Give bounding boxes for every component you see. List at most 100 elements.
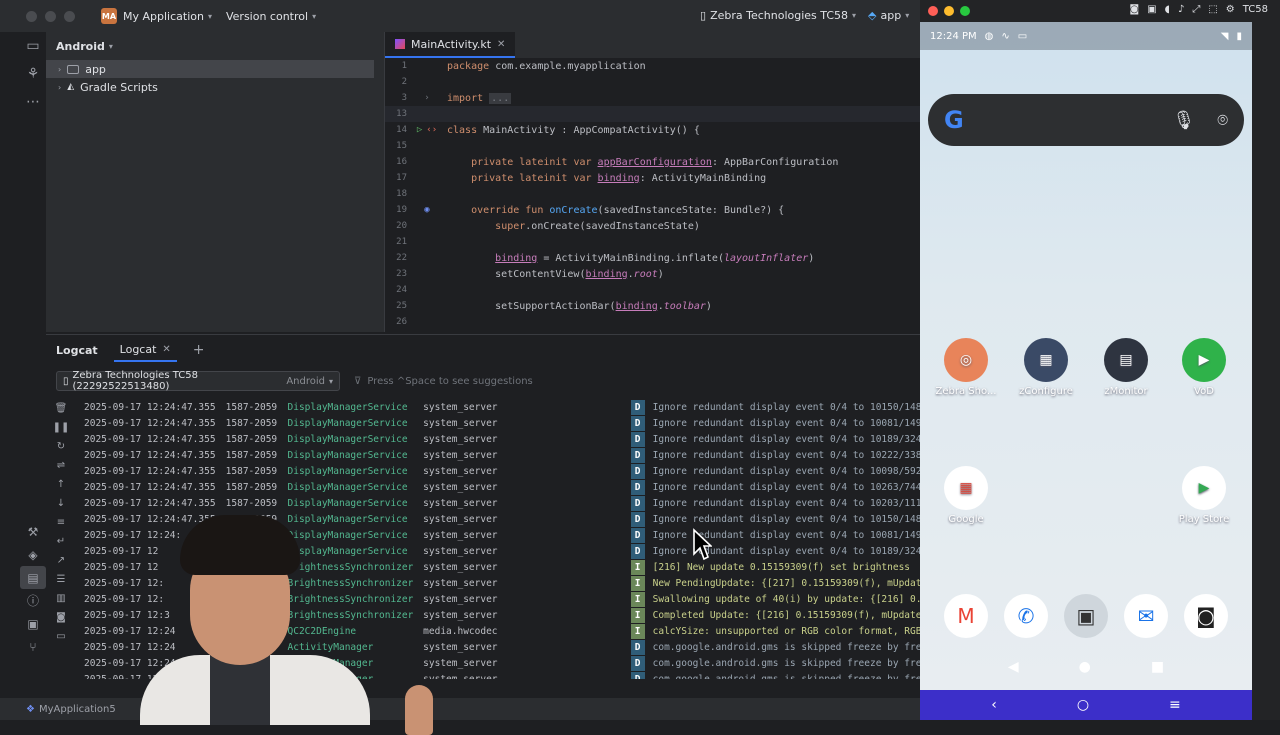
override-gutter-icon[interactable]: ‹› bbox=[426, 125, 437, 135]
export-icon[interactable]: ↗ bbox=[57, 551, 65, 570]
pause-icon[interactable]: ❚❚ bbox=[53, 418, 70, 437]
problems-tool-icon[interactable]: ⓘ bbox=[20, 589, 46, 612]
gmail-icon[interactable]: M bbox=[944, 594, 988, 638]
device-label: TC58 bbox=[1242, 4, 1268, 15]
phone-screen[interactable]: 12:24 PM ◍ ∿ ▭ ◥ ▮ G 🎙 ⌾ ◎ Zebra Sho... … bbox=[920, 22, 1252, 690]
zoom-window-button[interactable] bbox=[960, 6, 970, 16]
soft-wrap-icon[interactable]: ⇌ bbox=[57, 456, 65, 475]
restart-icon[interactable]: ↻ bbox=[57, 437, 65, 456]
logcat-tool-icon[interactable]: ▤ bbox=[20, 566, 46, 589]
project-view-selector[interactable]: Android ▾ bbox=[46, 32, 384, 60]
logcat-tab-bar: Logcat Logcat ✕ + bbox=[46, 335, 920, 365]
app-zebra-showcase[interactable]: ◎ Zebra Sho... bbox=[926, 338, 1006, 397]
volume-icon[interactable]: ◖ bbox=[1165, 4, 1170, 15]
trash-icon[interactable]: 🗑 bbox=[55, 399, 68, 418]
home-icon[interactable]: ○ bbox=[1077, 697, 1089, 713]
log-row[interactable]: 2025-09-17 12:24:47.355 1587-2059 DisplayM… bbox=[76, 415, 920, 431]
add-tab-icon[interactable]: + bbox=[193, 342, 205, 358]
close-window-button[interactable] bbox=[26, 10, 37, 22]
wrap-icon[interactable]: ↵ bbox=[57, 532, 65, 551]
close-tab-icon[interactable]: ✕ bbox=[497, 39, 505, 50]
chevron-down-icon: ▾ bbox=[207, 11, 212, 21]
code-line-current: 13 bbox=[385, 106, 921, 122]
log-row[interactable]: 2025-09-17 12:24:47.355 1587-2059 DisplayM… bbox=[76, 479, 920, 495]
app-vod[interactable]: ▶ VoD bbox=[1164, 338, 1244, 397]
code-line: 17 private lateinit var binding: Activit… bbox=[385, 170, 921, 186]
menu-icon[interactable]: ≡ bbox=[1169, 697, 1181, 713]
chevron-right-icon[interactable]: › bbox=[58, 83, 61, 92]
logcat-filter-input[interactable]: ⊽ Press ^Space to see suggestions bbox=[354, 376, 533, 387]
record-icon[interactable]: ▭ bbox=[56, 627, 65, 646]
tab-label: Logcat bbox=[119, 342, 157, 356]
zoom-window-button[interactable] bbox=[64, 10, 75, 22]
scroll-down-icon[interactable]: ↓ bbox=[57, 494, 65, 513]
home-icon[interactable]: ● bbox=[1079, 659, 1091, 675]
microphone-icon[interactable]: 🎙 bbox=[1172, 110, 1195, 131]
scanner-icon[interactable]: ▣ bbox=[1064, 594, 1108, 638]
log-row[interactable]: 2025-09-17 12:24:47.355 1587-2059 DisplayM… bbox=[76, 463, 920, 479]
run-config-selector[interactable]: ⬘ app ▾ bbox=[868, 9, 909, 22]
logcat-device-selector[interactable]: ▯ Zebra Technologies TC58 (2229252251348… bbox=[56, 370, 340, 392]
messages-icon[interactable]: ✉ bbox=[1124, 594, 1168, 638]
override-gutter-icon[interactable]: ◉ bbox=[424, 205, 429, 215]
project-selector[interactable]: My Application ▾ bbox=[123, 10, 212, 23]
mic-icon[interactable]: ♪ bbox=[1178, 4, 1184, 15]
screenshot-icon[interactable]: ◙ bbox=[1130, 4, 1140, 15]
app-play-store[interactable]: ▶ Play Store bbox=[1164, 466, 1244, 525]
rotate-icon[interactable]: ⤢ bbox=[1192, 4, 1200, 15]
tree-item-gradle-scripts[interactable]: › ◭ Gradle Scripts bbox=[46, 78, 384, 96]
version-control-menu[interactable]: Version control ▾ bbox=[226, 10, 316, 23]
fold-icon[interactable]: › bbox=[424, 93, 429, 103]
screenshot-icon[interactable]: ◙ bbox=[56, 608, 66, 627]
app-zmonitor[interactable]: ▤ zMonitor bbox=[1086, 338, 1166, 397]
fold-icon[interactable]: ⬚ bbox=[1208, 4, 1217, 15]
split-icon[interactable]: ▥ bbox=[56, 589, 65, 608]
build-tool-icon[interactable]: ⚒ bbox=[20, 520, 46, 543]
line-number: 21 bbox=[396, 237, 407, 247]
back-icon[interactable]: ‹ bbox=[991, 697, 997, 713]
resource-manager-icon[interactable]: ⚘ bbox=[20, 60, 46, 88]
more-tools-icon[interactable]: ⋯ bbox=[20, 88, 46, 116]
settings-icon[interactable]: ⚙ bbox=[1226, 4, 1235, 15]
list-icon[interactable]: ☰ bbox=[57, 570, 66, 589]
gem-tool-icon[interactable]: ◈ bbox=[20, 543, 46, 566]
tree-item-app[interactable]: › app bbox=[46, 60, 374, 78]
code-line: 19 ◉ override fun onCreate(savedInstanceS… bbox=[385, 202, 921, 218]
log-package: system_server bbox=[423, 529, 498, 541]
code-area[interactable]: 1 package com.example.myapplication 2 3 › i… bbox=[385, 58, 921, 330]
log-row[interactable]: 2025-09-17 12:24:47.355 1587-2059 DisplayM… bbox=[76, 447, 920, 463]
chevron-right-icon[interactable]: › bbox=[58, 65, 61, 74]
close-tab-icon[interactable]: ✕ bbox=[162, 344, 170, 355]
log-row[interactable]: 2025-09-17 12:24:47.355 1587-2059 DisplayM… bbox=[76, 399, 920, 415]
app-google-folder[interactable]: ▦ Google bbox=[926, 466, 1006, 525]
breadcrumb-path[interactable]: MyApplication5 bbox=[39, 704, 116, 715]
minimize-window-button[interactable] bbox=[944, 6, 954, 16]
terminal-tool-icon[interactable]: ▣ bbox=[20, 612, 46, 635]
app-zconfigure[interactable]: ▦ zConfigure bbox=[1006, 338, 1086, 397]
tab-mainactivity[interactable]: MainActivity.kt ✕ bbox=[385, 32, 516, 58]
run-gutter-icon[interactable]: ▷ bbox=[417, 125, 422, 135]
log-timestamp: 2025-09-17 12:24:47.355 bbox=[84, 481, 216, 493]
tab-logcat[interactable]: Logcat ✕ bbox=[113, 339, 177, 362]
camera-icon[interactable]: ◙ bbox=[1184, 594, 1228, 638]
record-icon[interactable]: ▣ bbox=[1147, 4, 1156, 15]
log-package: system_server bbox=[423, 449, 498, 461]
phone-icon[interactable]: ✆ bbox=[1004, 594, 1048, 638]
project-tool-icon[interactable]: ▭ bbox=[20, 32, 46, 60]
format-icon[interactable]: ≡ bbox=[57, 513, 65, 532]
editor-tabs: MainActivity.kt ✕ bbox=[385, 32, 920, 58]
log-level-badge: D bbox=[630, 463, 645, 479]
back-icon[interactable]: ◀ bbox=[1008, 659, 1019, 675]
log-message: Ignore redundant display event 0/4 to 10… bbox=[652, 449, 920, 461]
scroll-up-icon[interactable]: ↑ bbox=[57, 475, 65, 494]
log-row[interactable]: 2025-09-17 12:24:47.355 1587-2059 DisplayM… bbox=[76, 495, 920, 511]
google-search-bar[interactable]: G 🎙 ⌾ bbox=[928, 94, 1244, 146]
lens-icon[interactable]: ⌾ bbox=[1217, 110, 1228, 131]
log-row[interactable]: 2025-09-17 12:24:47.355 1587-2059 DisplayM… bbox=[76, 431, 920, 447]
device-selector[interactable]: ▯ Zebra Technologies TC58 ▾ bbox=[700, 9, 856, 22]
recents-icon[interactable]: ■ bbox=[1151, 659, 1164, 675]
log-level-badge: I bbox=[630, 623, 645, 639]
minimize-window-button[interactable] bbox=[45, 10, 56, 22]
close-window-button[interactable] bbox=[928, 6, 938, 16]
git-tool-icon[interactable]: ⑂ bbox=[20, 635, 46, 658]
